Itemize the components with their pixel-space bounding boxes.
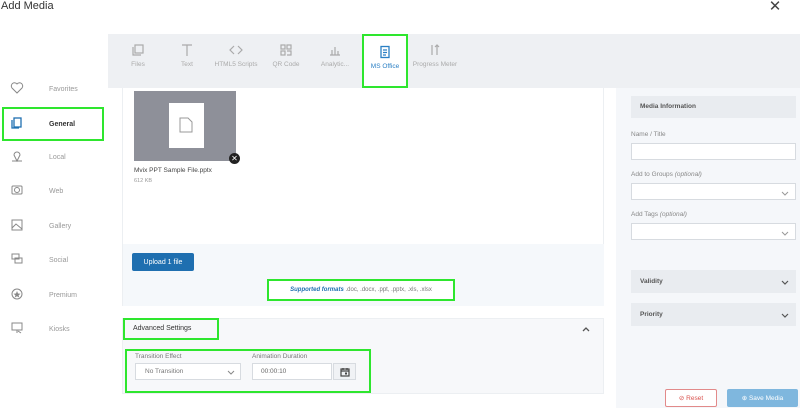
sidebar-item-general[interactable]: General bbox=[2, 107, 104, 141]
dialog-title: Add Media bbox=[1, 0, 54, 12]
supported-formats: Supported formats .doc, .docx, .ppt, .pp… bbox=[267, 279, 455, 301]
sidebar-item-label: Gallery bbox=[49, 222, 72, 230]
kiosk-icon bbox=[11, 322, 23, 334]
supported-formats-list: .doc, .docx, .ppt, .pptx, .xls, .xlsx bbox=[345, 287, 432, 293]
chevron-down-icon bbox=[781, 280, 789, 285]
tab-ms-office[interactable]: MS Office bbox=[362, 34, 408, 88]
sidebar-item-label: General bbox=[49, 120, 76, 128]
save-icon: ⊕ bbox=[741, 395, 748, 402]
upload-button[interactable]: Upload 1 file bbox=[132, 253, 194, 271]
analytics-icon bbox=[330, 47, 340, 56]
file-name: Mvix PPT Sample File.pptx bbox=[134, 167, 212, 174]
sidebar-item-favorites[interactable]: Favorites bbox=[4, 74, 102, 104]
tab-progress-meter[interactable]: Progress Meter bbox=[412, 34, 458, 88]
file-size: 612 KB bbox=[134, 178, 153, 184]
office-icon bbox=[380, 45, 390, 59]
add-tags-label: Add Tags (optional) bbox=[631, 211, 687, 218]
advanced-settings-title: Advanced Settings bbox=[123, 318, 219, 340]
files-icon bbox=[132, 44, 144, 56]
animation-duration-input[interactable]: 00:00:10 bbox=[252, 363, 332, 380]
priority-accordion[interactable]: Priority bbox=[631, 303, 796, 326]
transition-effect-select[interactable]: No Transition bbox=[135, 363, 241, 380]
heart-star-icon bbox=[10, 82, 24, 94]
media-information-title: Media Information bbox=[631, 96, 796, 118]
code-icon bbox=[229, 45, 243, 55]
add-tags-select[interactable] bbox=[631, 223, 796, 240]
transition-effect-label: Transition Effect bbox=[135, 353, 182, 360]
media-type-toolbar: Files Text HTML5 Scripts QR Code Analyti… bbox=[108, 34, 800, 88]
sidebar-item-label: Social bbox=[49, 256, 69, 264]
chevron-down-icon bbox=[781, 191, 789, 196]
file-thumbnail bbox=[134, 91, 236, 161]
sidebar-item-label: Favorites bbox=[49, 85, 78, 93]
sidebar-item-label: Premium bbox=[49, 291, 78, 299]
close-icon[interactable]: ✕ bbox=[767, 0, 783, 15]
calendar-icon bbox=[340, 368, 350, 377]
sidebar-item-gallery[interactable]: Gallery bbox=[4, 211, 102, 241]
chevron-down-icon bbox=[781, 313, 789, 318]
upload-area: Upload 1 file Supported formats .doc, .d… bbox=[123, 244, 604, 306]
remove-file-icon[interactable]: ✕ bbox=[229, 153, 240, 164]
progress-icon bbox=[431, 44, 440, 55]
reset-icon: ⊘ bbox=[678, 395, 685, 402]
advanced-settings-panel: Advanced Settings Transition Effect No T… bbox=[122, 318, 604, 394]
duration-picker-button[interactable] bbox=[333, 363, 356, 380]
sidebar-item-web[interactable]: Web bbox=[4, 176, 102, 206]
qr-icon bbox=[280, 44, 292, 56]
upload-panel: ✕ Mvix PPT Sample File.pptx 612 KB Uploa… bbox=[122, 88, 604, 306]
reset-button[interactable]: ⊘ Reset bbox=[665, 389, 717, 407]
tab-files[interactable]: Files bbox=[115, 34, 161, 88]
validity-accordion[interactable]: Validity bbox=[631, 270, 796, 293]
sidebar-item-label: Kiosks bbox=[49, 325, 70, 333]
chat-icon bbox=[11, 253, 23, 264]
add-to-groups-select[interactable] bbox=[631, 183, 796, 200]
sidebar-item-social[interactable]: Social bbox=[4, 245, 102, 275]
tab-analytics[interactable]: Analytic... bbox=[312, 34, 358, 88]
save-media-button[interactable]: ⊕ Save Media bbox=[727, 389, 798, 407]
add-media-dialog: Add Media ✕ Favorites General Local Web … bbox=[0, 0, 800, 408]
star-circle-icon bbox=[11, 288, 23, 300]
media-information-panel: Media Information Name / Title Add to Gr… bbox=[616, 88, 800, 408]
advanced-settings-header[interactable]: Advanced Settings bbox=[123, 318, 603, 340]
document-icon bbox=[179, 117, 193, 133]
tab-qr-code[interactable]: QR Code bbox=[263, 34, 309, 88]
tab-html5-scripts[interactable]: HTML5 Scripts bbox=[213, 34, 259, 88]
supported-formats-label: Supported formats bbox=[290, 287, 344, 293]
copy-icon bbox=[11, 117, 22, 129]
animation-duration-label: Animation Duration bbox=[252, 353, 308, 360]
sidebar-item-local[interactable]: Local bbox=[4, 142, 102, 172]
location-icon bbox=[12, 151, 22, 163]
add-to-groups-label: Add to Groups (optional) bbox=[631, 171, 702, 178]
chevron-down-icon bbox=[781, 231, 789, 236]
sidebar-item-kiosks[interactable]: Kiosks bbox=[4, 314, 102, 344]
sidebar-item-label: Web bbox=[49, 187, 64, 195]
chevron-down-icon bbox=[227, 370, 235, 375]
transition-effect-value: No Transition bbox=[145, 368, 184, 375]
globe-icon bbox=[11, 185, 23, 195]
chevron-up-icon[interactable] bbox=[581, 324, 591, 334]
tab-text[interactable]: Text bbox=[164, 34, 210, 88]
name-title-label: Name / Title bbox=[631, 131, 666, 138]
sidebar-item-label: Local bbox=[49, 153, 66, 161]
sidebar-item-premium[interactable]: Premium bbox=[4, 280, 102, 310]
gallery-icon bbox=[11, 219, 23, 231]
name-title-input[interactable] bbox=[631, 143, 796, 160]
text-icon bbox=[182, 44, 192, 56]
advanced-fields: Transition Effect No Transition Animatio… bbox=[125, 349, 371, 393]
